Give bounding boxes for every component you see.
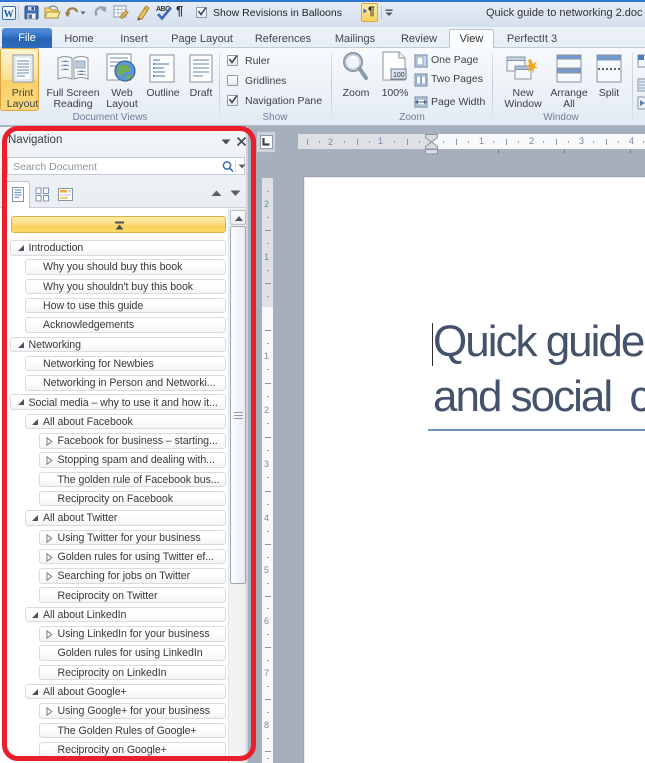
svg-text:100: 100 [393, 72, 405, 79]
svg-text:W: W [4, 9, 14, 20]
